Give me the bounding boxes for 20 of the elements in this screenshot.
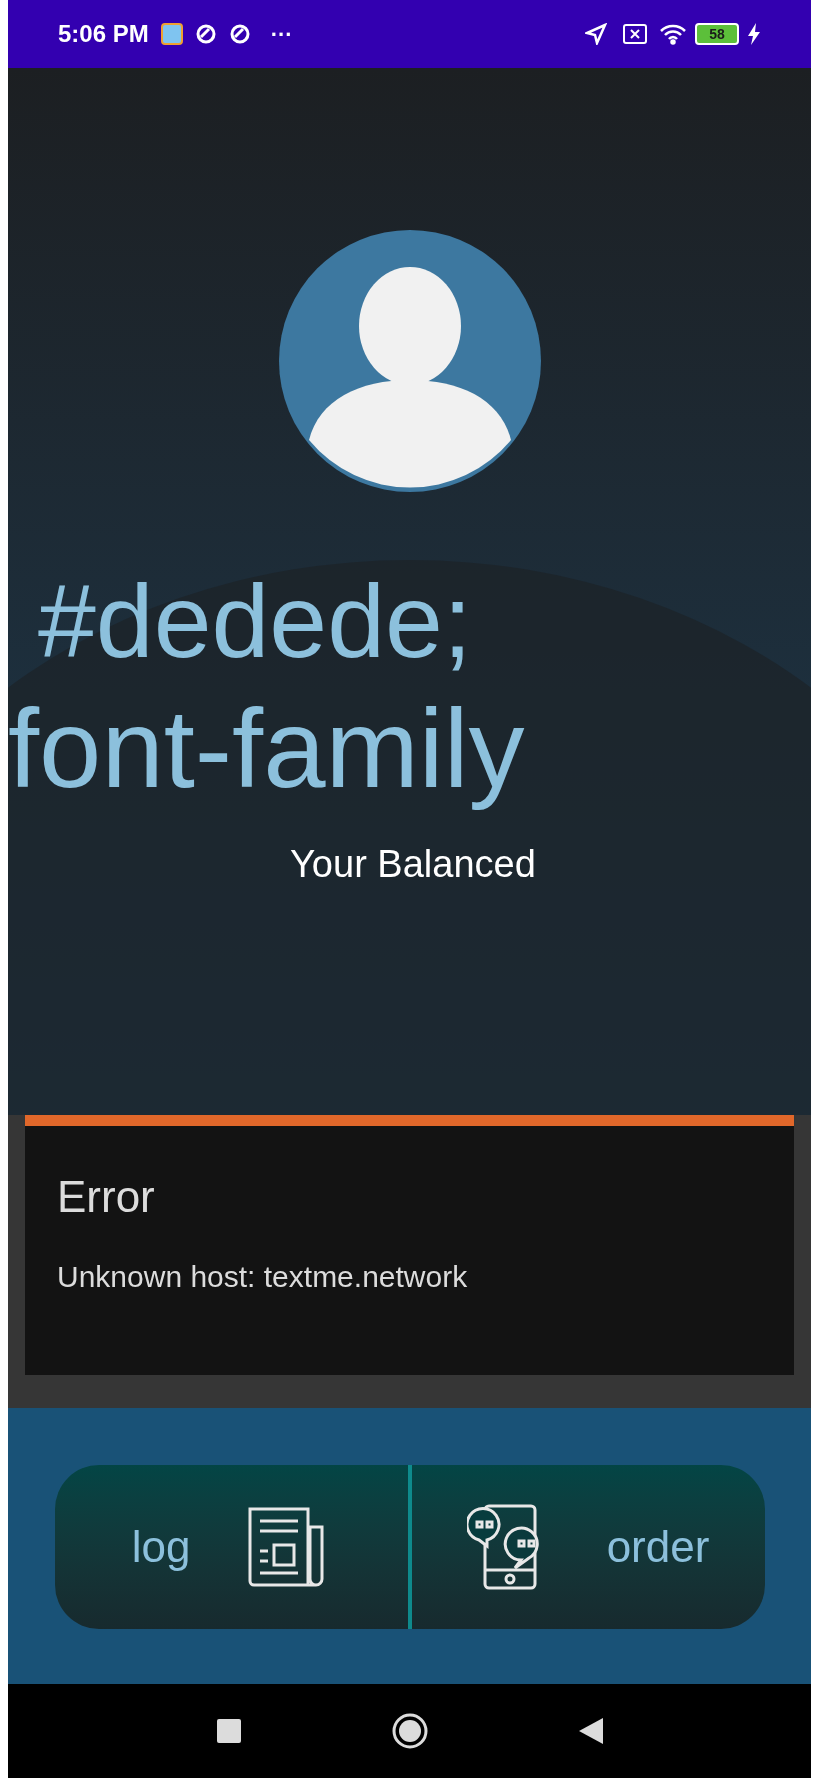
- wifi-icon: [659, 23, 687, 45]
- notification-icon: [228, 23, 251, 45]
- recents-button[interactable]: [216, 1719, 241, 1743]
- dialog-message: Unknown host: textme.network: [57, 1259, 469, 1295]
- profile-heading: #dedede;: [38, 562, 473, 681]
- action-button[interactable]: order: [411, 1465, 765, 1629]
- no-sim-icon: [623, 24, 647, 44]
- battery-level: 58: [709, 27, 725, 41]
- notification-icon: [194, 23, 217, 45]
- home-button[interactable]: [390, 1712, 429, 1750]
- location-icon: [585, 23, 607, 45]
- balance-label: Your Balanced: [290, 842, 537, 887]
- app-notification-icon: [160, 23, 183, 45]
- status-time: 5:06 PM: [58, 19, 149, 49]
- charging-icon: [747, 23, 761, 45]
- more-notifications: ···: [270, 20, 293, 49]
- back-button[interactable]: [578, 1718, 603, 1744]
- profile-heading: font-family: [8, 684, 526, 813]
- action-button[interactable]: log: [54, 1465, 412, 1629]
- dialog-title: Error: [57, 1171, 156, 1223]
